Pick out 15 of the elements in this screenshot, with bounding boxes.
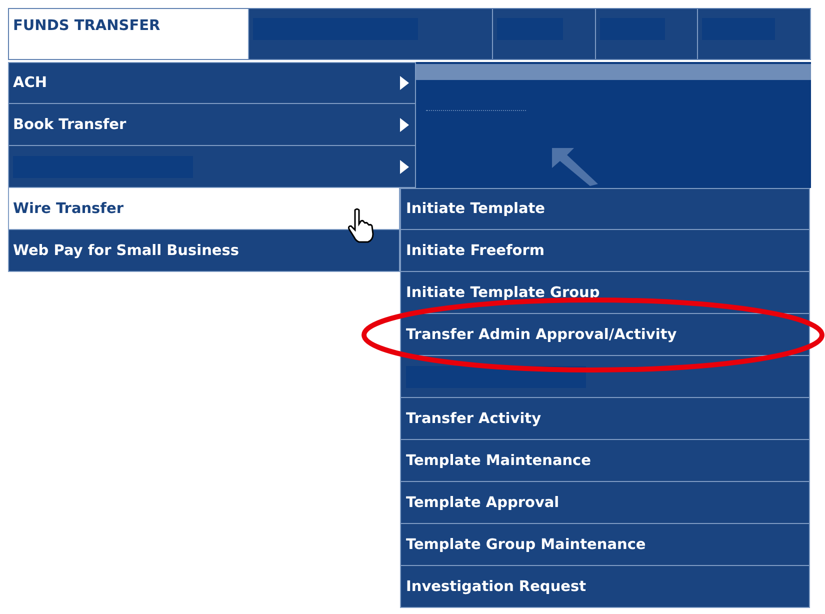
- menu-item[interactable]: ACH: [8, 62, 416, 104]
- submenu-item[interactable]: Transfer Admin Approval/Activity: [400, 314, 810, 356]
- submenu-item[interactable]: Initiate Template: [400, 188, 810, 230]
- menu-item[interactable]: Wire Transfer: [8, 188, 400, 230]
- menu-item[interactable]: [8, 146, 416, 188]
- submenu-item[interactable]: Investigation Request: [400, 566, 810, 608]
- submenu-item[interactable]: Template Maintenance: [400, 440, 810, 482]
- submenu-item[interactable]: Template Group Maintenance: [400, 524, 810, 566]
- submenu-item[interactable]: Template Approval: [400, 482, 810, 524]
- submenu-item[interactable]: Initiate Freeform: [400, 230, 810, 272]
- menu-tab[interactable]: FUNDS TRANSFER: [9, 9, 249, 59]
- menu-item[interactable]: Book Transfer: [8, 104, 416, 146]
- menu-item[interactable]: Web Pay for Small Business: [8, 230, 400, 272]
- submenu-item[interactable]: Transfer Activity: [400, 398, 810, 440]
- arrow-icon: [550, 146, 600, 186]
